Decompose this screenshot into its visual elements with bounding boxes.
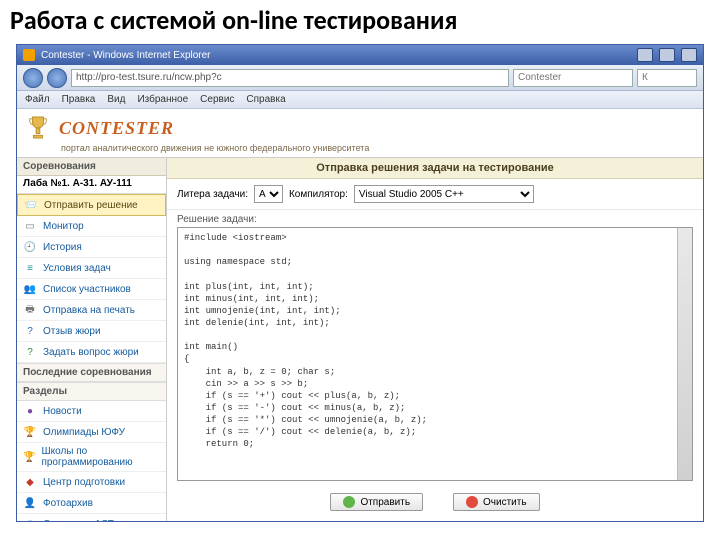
sidebar-competition-header: Соревнования [17,158,166,176]
logo-subtitle: портал аналитического движения не южного… [17,143,703,157]
close-button[interactable] [681,48,697,62]
panel-title: Отправка решения задачи на тестирование [167,158,703,179]
nav-print[interactable]: 🖶 Отправка на печать [17,300,166,321]
clear-button[interactable]: Очистить [453,493,540,511]
button-row: Отправить Очистить [167,487,703,521]
code-label: Решение задачи: [167,210,703,227]
logo-text: CONTESTER [59,118,174,139]
menu-file[interactable]: Файл [25,94,50,105]
about-icon: ⓘ [23,517,37,521]
logo-row: CONTESTER [17,109,703,143]
address-text: http://pro-test.tsure.ru/ncw.php?c [76,72,222,83]
nav-monitor[interactable]: ▭ Монитор [17,216,166,237]
nav-tasks[interactable]: ≡ Условия задач [17,258,166,279]
browser-window: Contester - Windows Internet Explorer ht… [16,44,704,522]
nav-jury-feedback[interactable]: ? Отзыв жюри [17,321,166,342]
form-row: Литера задачи: A Компилятор: Visual Stud… [167,179,703,210]
sidebar-sections-header: Разделы [17,382,166,401]
nav-participants[interactable]: 👥 Список участников [17,279,166,300]
section-schools[interactable]: 🏆 Школы по программированию [17,443,166,472]
menu-favorites[interactable]: Избранное [137,94,188,105]
window-title: Contester - Windows Internet Explorer [41,50,211,61]
menu-tools[interactable]: Сервис [200,94,234,105]
training-icon: ◆ [23,475,37,489]
school-icon: 🏆 [23,450,35,464]
menu-edit[interactable]: Правка [62,94,96,105]
nav-ask-jury[interactable]: ? Задать вопрос жюри [17,342,166,363]
photos-icon: 👤 [23,496,37,510]
code-textarea[interactable]: #include <iostream> using namespace std;… [177,227,693,481]
page-content: CONTESTER портал аналитического движения… [17,109,703,521]
sidebar-competition-name: Лаба №1. А-31. АУ-111 [17,176,166,194]
submit-ok-icon [343,496,355,508]
tasks-icon: ≡ [23,261,37,275]
main-panel: Отправка решения задачи на тестирование … [167,158,703,521]
page-heading: Работа с системой on-line тестирования [0,0,720,40]
nav-toolbar: http://pro-test.tsure.ru/ncw.php?c Conte… [17,65,703,91]
history-icon: 🕘 [23,240,37,254]
tab-label: Contester [518,72,561,83]
task-select[interactable]: A [254,185,283,203]
nav-history[interactable]: 🕘 История [17,237,166,258]
section-news[interactable]: ● Новости [17,401,166,422]
section-olympiads[interactable]: 🏆 Олимпиады ЮФУ [17,422,166,443]
tab-strip[interactable]: Contester [513,69,633,87]
sidebar: Соревнования Лаба №1. А-31. АУ-111 📨 Отп… [17,158,167,521]
minimize-button[interactable] [637,48,653,62]
submit-button[interactable]: Отправить [330,493,423,511]
menu-view[interactable]: Вид [107,94,125,105]
search-placeholder: К [642,72,648,83]
nav-submit[interactable]: 📨 Отправить решение [17,194,166,216]
olympiad-icon: 🏆 [23,425,37,439]
browser-search[interactable]: К [637,69,697,87]
print-icon: 🖶 [23,303,37,317]
task-label: Литера задачи: [177,189,248,200]
news-icon: ● [23,404,37,418]
address-bar[interactable]: http://pro-test.tsure.ru/ncw.php?c [71,69,509,87]
sidebar-last-header: Последние соревнования [17,363,166,382]
section-photos[interactable]: 👤 Фотоархив [17,493,166,514]
participants-icon: 👥 [23,282,37,296]
trophy-icon [27,115,49,141]
submit-icon: 📨 [24,198,38,212]
favicon-icon [23,49,35,61]
compiler-label: Компилятор: [289,189,348,200]
clear-x-icon [466,496,478,508]
ask-icon: ? [23,345,37,359]
menu-help[interactable]: Справка [246,94,285,105]
monitor-icon: ▭ [23,219,37,233]
back-button[interactable] [23,68,43,88]
section-about-ast[interactable]: ⓘ О системе АСТ [17,514,166,521]
menu-bar: Файл Правка Вид Избранное Сервис Справка [17,91,703,109]
titlebar: Contester - Windows Internet Explorer [17,45,703,65]
feedback-icon: ? [23,324,37,338]
compiler-select[interactable]: Visual Studio 2005 C++ [354,185,534,203]
section-training[interactable]: ◆ Центр подготовки [17,472,166,493]
maximize-button[interactable] [659,48,675,62]
forward-button[interactable] [47,68,67,88]
